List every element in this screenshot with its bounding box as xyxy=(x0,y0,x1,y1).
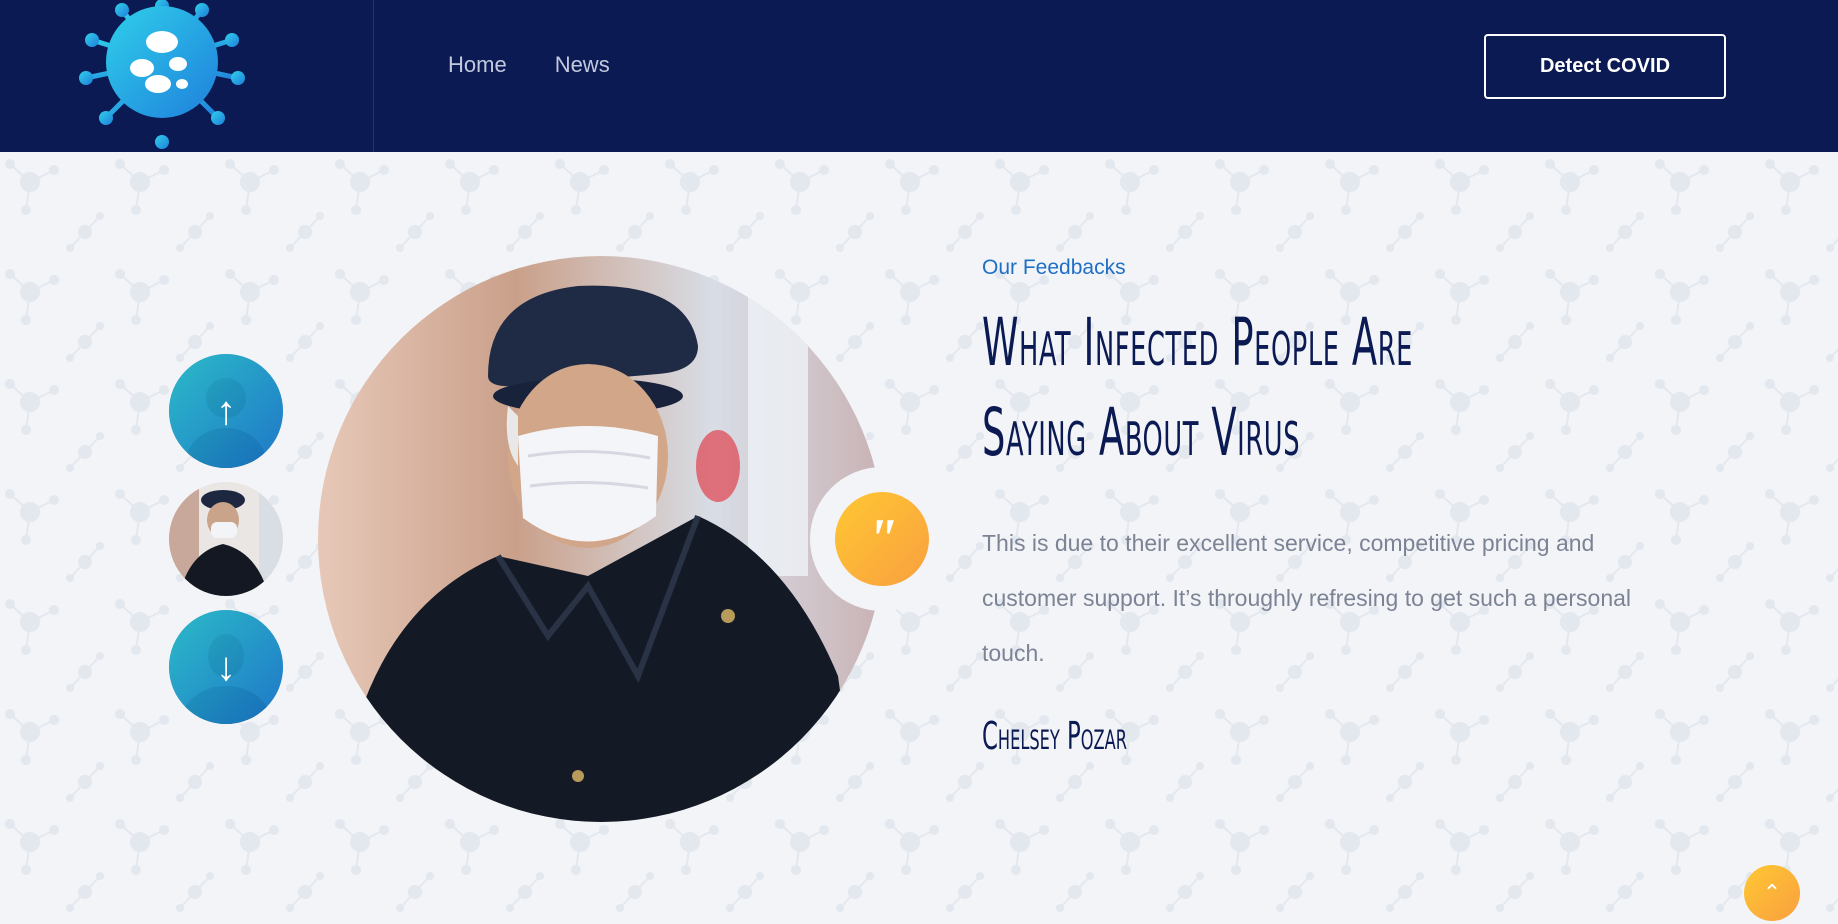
testimonial-photo xyxy=(318,256,884,822)
nav-home[interactable]: Home xyxy=(448,52,507,78)
section-eyebrow: Our Feedbacks xyxy=(982,256,1126,279)
person-thumb xyxy=(169,482,283,596)
nav-news[interactable]: News xyxy=(555,52,610,78)
thumbnail-next[interactable]: ↓ xyxy=(169,610,283,724)
headline-line-2: Saying About Virus xyxy=(982,394,1301,471)
arrow-up-icon[interactable]: ↑ xyxy=(169,354,283,468)
detect-covid-button[interactable]: Detect COVID xyxy=(1484,34,1726,99)
section-headline: What Infected People Are Saying About Vi… xyxy=(982,298,1602,478)
arrow-down-icon[interactable]: ↓ xyxy=(169,610,283,724)
logo-area xyxy=(0,0,374,152)
thumbnail-active[interactable] xyxy=(169,482,283,596)
virus-logo-icon[interactable] xyxy=(72,0,252,156)
testimonial-section: ↑ ↓ " Our Feedbacks What Infected People… xyxy=(0,152,1838,924)
chevron-up-icon: ⌃ xyxy=(1762,880,1782,905)
headline-line-1: What Infected People Are xyxy=(982,304,1414,381)
masked-man-photo xyxy=(318,256,884,822)
testimonial-quote: This is due to their excellent service, … xyxy=(982,530,1632,666)
scroll-to-top-button[interactable]: ⌃ xyxy=(1744,865,1800,921)
thumbnail-prev[interactable]: ↑ xyxy=(169,354,283,468)
site-header: Home News Detect COVID xyxy=(0,0,1838,152)
quote-icon: " xyxy=(835,492,929,586)
testimonial-author: Chelsey Pozar xyxy=(982,714,1127,758)
main-nav: Home News xyxy=(448,52,610,78)
